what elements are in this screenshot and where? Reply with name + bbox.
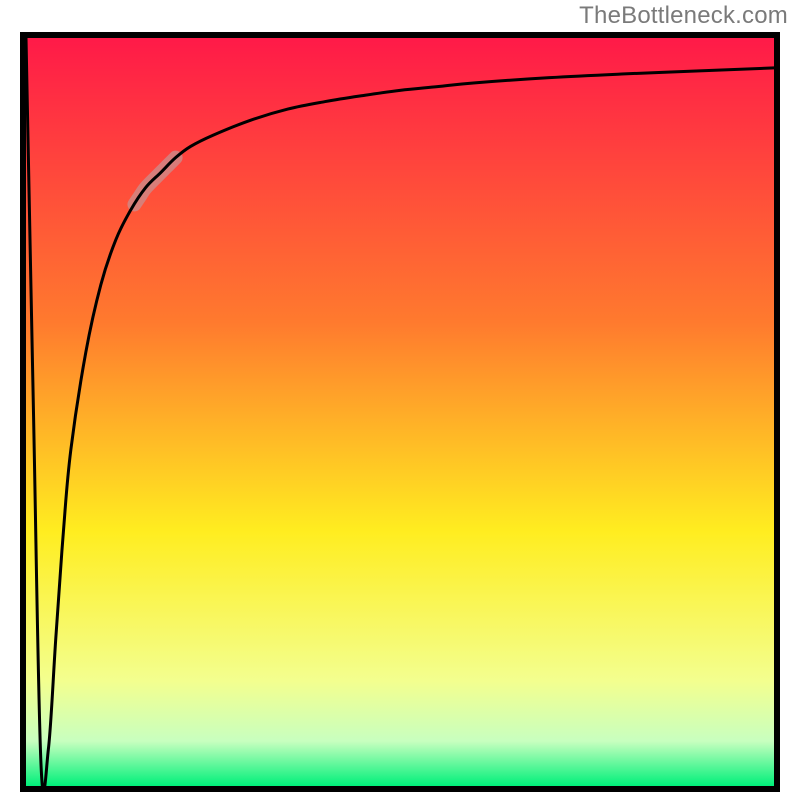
chart-container: TheBottleneck.com (0, 0, 800, 800)
chart-frame (20, 32, 780, 792)
chart-svg (26, 38, 774, 786)
gradient-background (26, 38, 774, 786)
watermark-text: TheBottleneck.com (579, 2, 788, 30)
